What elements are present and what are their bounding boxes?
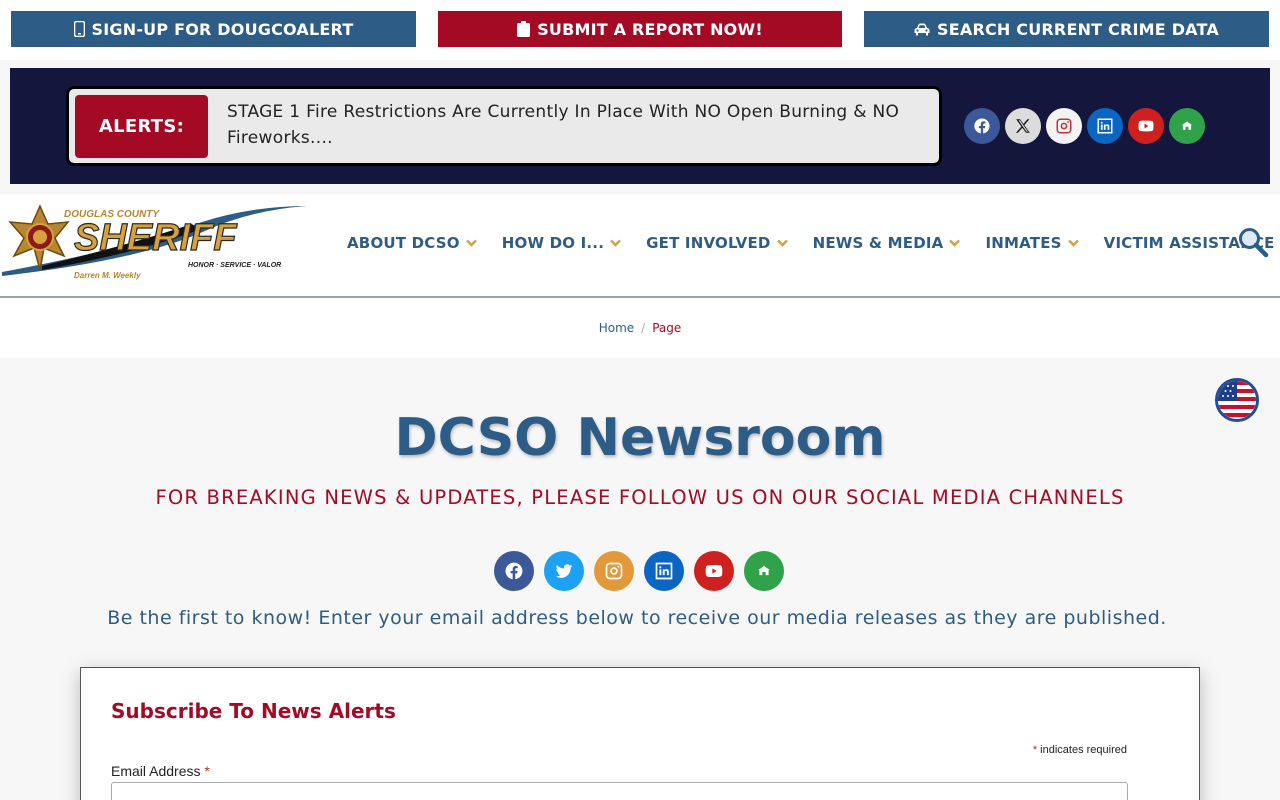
clipboard-icon: [517, 21, 531, 37]
sheriff-badge-logo: DOUGLAS COUNTY SHERIFF HONOR · SERVICE ·…: [2, 204, 307, 280]
alert-text[interactable]: STAGE 1 Fire Restrictions Are Currently …: [227, 99, 927, 151]
nav-how-do-i[interactable]: HOW DO I...: [502, 234, 621, 252]
facebook-icon[interactable]: [494, 551, 534, 591]
search-crime-data-label: SEARCH CURRENT CRIME DATA: [937, 19, 1219, 39]
email-address-label: Email Address *: [111, 763, 210, 779]
x-icon[interactable]: [1005, 108, 1041, 144]
chevron-down-icon: [949, 239, 961, 247]
submit-report-button[interactable]: SUBMIT A REPORT NOW!: [438, 11, 842, 47]
required-note-text: indicates required: [1040, 744, 1127, 756]
subscribe-form-title: Subscribe To News Alerts: [111, 699, 396, 723]
required-star: *: [1032, 744, 1038, 756]
search-crime-data-button[interactable]: SEARCH CURRENT CRIME DATA: [864, 11, 1269, 47]
instagram-icon[interactable]: [1046, 108, 1082, 144]
breadcrumb: Home / Page: [0, 298, 1280, 358]
alert-label: ALERTS:: [75, 95, 208, 158]
chevron-down-icon: [776, 239, 788, 247]
alert-ticker[interactable]: ALERTS: STAGE 1 Fire Restrictions Are Cu…: [66, 86, 942, 166]
nextdoor-icon[interactable]: [744, 551, 784, 591]
nav-get-involved[interactable]: GET INVOLVED: [646, 234, 788, 252]
header-social-links: [964, 108, 1205, 144]
top-action-bar: SIGN-UP FOR DOUGCOALERT SUBMIT A REPORT …: [0, 0, 1280, 60]
nav-news-media[interactable]: NEWS & MEDIA: [813, 234, 961, 252]
submit-report-label: SUBMIT A REPORT NOW!: [537, 19, 763, 39]
dougcoalert-signup-button[interactable]: SIGN-UP FOR DOUGCOALERT: [11, 11, 416, 47]
chevron-down-icon: [1067, 239, 1079, 247]
logo-motto-text: HONOR · SERVICE · VALOR: [188, 262, 281, 269]
newsroom-social-links: [494, 551, 784, 591]
chevron-down-icon: [465, 239, 477, 247]
car-icon: [914, 23, 930, 35]
linkedin-icon[interactable]: [644, 551, 684, 591]
email-address-label-text: Email Address: [111, 763, 201, 779]
mobile-phone-icon: [73, 21, 85, 37]
nav-about-dcso[interactable]: ABOUT DCSO: [347, 234, 477, 252]
logo-name-text: Darren M. Weekly: [74, 271, 141, 280]
instagram-icon[interactable]: [594, 551, 634, 591]
youtube-icon[interactable]: [1128, 108, 1164, 144]
page-subtitle: FOR BREAKING NEWS & UPDATES, PLEASE FOLL…: [155, 486, 1125, 509]
page-title: DCSO Newsroom: [394, 408, 886, 468]
subscribe-form: Subscribe To News Alerts * indicates req…: [80, 667, 1200, 800]
breadcrumb-home-link[interactable]: Home: [599, 321, 634, 335]
dougcoalert-signup-label: SIGN-UP FOR DOUGCOALERT: [91, 19, 354, 39]
nav-about-dcso-label: ABOUT DCSO: [347, 234, 460, 252]
linkedin-icon[interactable]: [1087, 108, 1123, 144]
email-field[interactable]: [111, 782, 1128, 800]
breadcrumb-current: Page: [652, 321, 682, 335]
main-nav: ABOUT DCSO HOW DO I... GET INVOLVED NEWS…: [347, 234, 1275, 252]
nav-news-media-label: NEWS & MEDIA: [812, 234, 944, 252]
nav-how-do-i-label: HOW DO I...: [501, 234, 605, 252]
email-required-star: *: [204, 763, 210, 779]
nav-inmates-label: INMATES: [985, 234, 1062, 252]
nav-get-involved-label: GET INVOLVED: [646, 234, 771, 252]
site-header: DOUGLAS COUNTY SHERIFF HONOR · SERVICE ·…: [0, 194, 1280, 298]
logo-sheriff-text: SHERIFF: [74, 217, 238, 259]
nav-inmates[interactable]: INMATES: [985, 234, 1079, 252]
twitter-icon[interactable]: [544, 551, 584, 591]
required-note: * indicates required: [1033, 744, 1127, 756]
nextdoor-icon[interactable]: [1169, 108, 1205, 144]
alert-band: ALERTS: STAGE 1 Fire Restrictions Are Cu…: [10, 68, 1270, 184]
youtube-icon[interactable]: [694, 551, 734, 591]
newsroom-intro-text: Be the first to know! Enter your email a…: [107, 607, 1167, 629]
search-icon[interactable]: [1237, 226, 1269, 258]
sheriff-logo[interactable]: DOUGLAS COUNTY SHERIFF HONOR · SERVICE ·…: [2, 200, 312, 282]
chevron-down-icon: [610, 239, 621, 247]
facebook-icon[interactable]: [964, 108, 1000, 144]
breadcrumb-separator: /: [641, 321, 646, 335]
main-content: DCSO Newsroom FOR BREAKING NEWS & UPDATE…: [0, 358, 1280, 800]
